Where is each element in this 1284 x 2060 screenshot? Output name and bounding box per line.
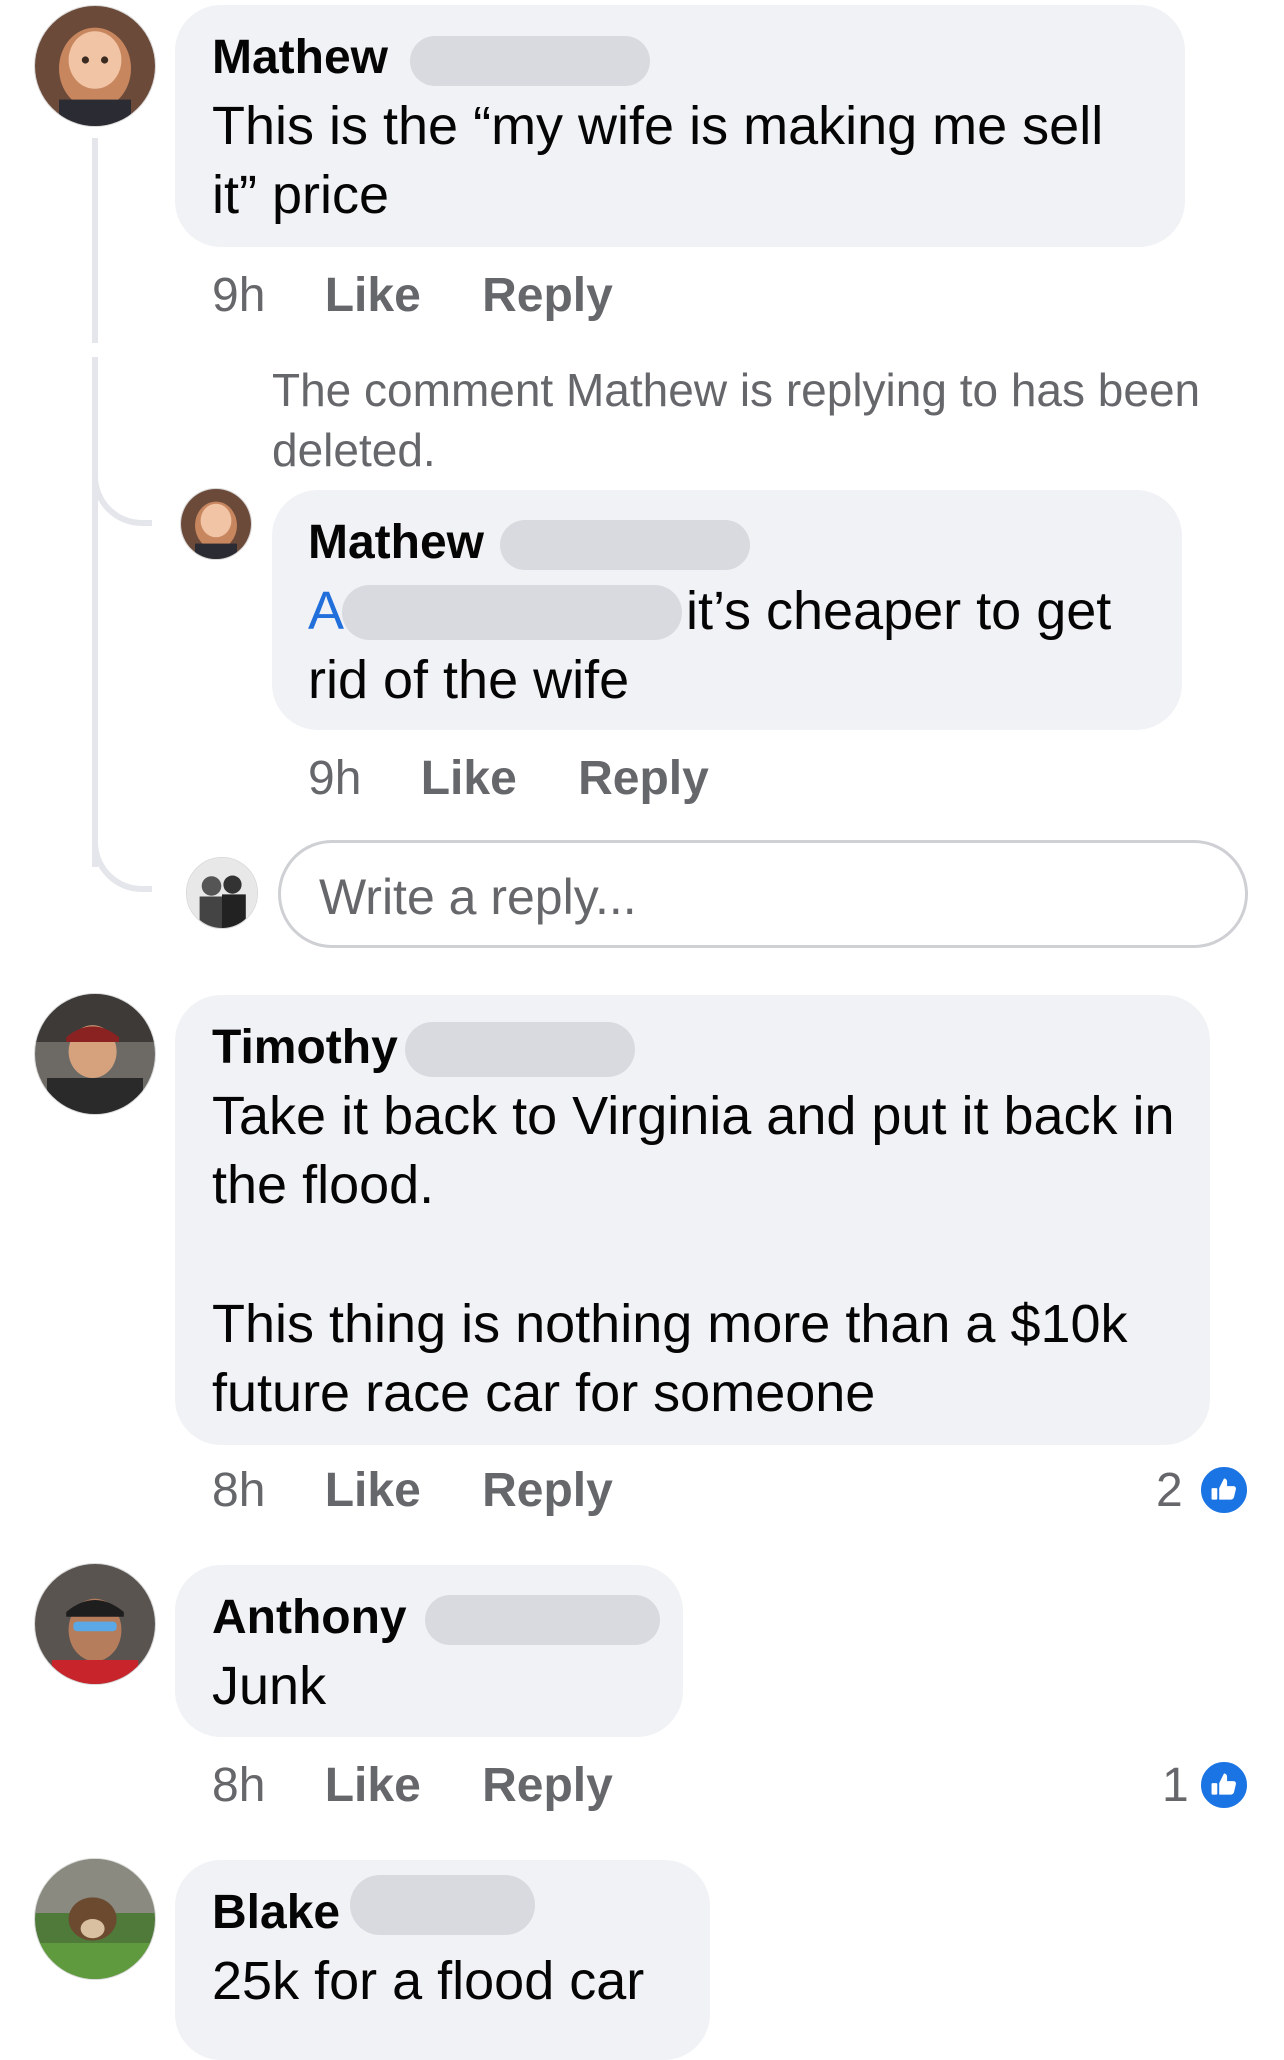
redacted-surname [410, 36, 650, 86]
reply-button[interactable]: Reply [578, 752, 709, 805]
thumbs-up-icon[interactable] [1198, 1759, 1250, 1811]
deleted-comment-notice: The comment Mathew is replying to has be… [272, 364, 1201, 476]
thread-curve [92, 440, 152, 526]
comment-actions: 8h Like Reply [212, 1758, 613, 1814]
thread-line [92, 138, 98, 343]
write-reply-field[interactable] [278, 840, 1248, 948]
comment-time[interactable]: 8h [212, 1759, 265, 1812]
like-button[interactable]: Like [325, 269, 421, 322]
like-button[interactable]: Like [325, 1759, 421, 1812]
avatar[interactable] [34, 5, 156, 127]
comment-time[interactable]: 9h [212, 269, 265, 322]
comment-text: This thing is nothing more than a $10k f… [212, 1294, 1128, 1423]
reply-text-line2: rid of the wife [308, 650, 630, 710]
comment-author[interactable]: Anthony [212, 1590, 407, 1646]
redacted-surname [350, 1875, 535, 1935]
avatar[interactable] [34, 993, 156, 1115]
reply-time[interactable]: 9h [308, 752, 361, 805]
thread-line [92, 357, 98, 867]
avatar [186, 857, 258, 929]
reaction-count[interactable]: 2 [1156, 1463, 1183, 1519]
redacted-surname [500, 520, 750, 570]
comment-actions: 9h Like Reply [212, 268, 613, 324]
avatar[interactable] [34, 1858, 156, 1980]
like-button[interactable]: Like [325, 1464, 421, 1517]
like-button[interactable]: Like [421, 752, 517, 805]
comment-text: This is the “my wife is making me sell i… [212, 96, 1104, 225]
reply-text-line1: it’s cheaper to get [686, 581, 1112, 641]
thumbs-up-icon[interactable] [1198, 1464, 1250, 1516]
redacted-surname [405, 1022, 635, 1077]
write-reply-input[interactable] [317, 861, 1201, 933]
reply-button[interactable]: Reply [482, 1759, 613, 1812]
reaction-count[interactable]: 1 [1162, 1758, 1189, 1814]
comment-text: Junk [212, 1656, 327, 1716]
comment-author[interactable]: Mathew [212, 30, 388, 86]
thread-curve [92, 800, 152, 892]
comment-text: 25k for a flood car [212, 1951, 645, 2011]
reply-author[interactable]: Mathew [308, 515, 484, 571]
redacted-mention [342, 585, 682, 640]
redacted-surname [425, 1595, 660, 1645]
reply-button[interactable]: Reply [482, 1464, 613, 1517]
avatar[interactable] [180, 488, 252, 560]
comment-author[interactable]: Blake [212, 1885, 340, 1941]
mention-link[interactable]: A [308, 581, 344, 641]
avatar[interactable] [34, 1563, 156, 1685]
comment-time[interactable]: 8h [212, 1464, 265, 1517]
reply-actions: 9h Like Reply [308, 751, 709, 807]
comment-author[interactable]: Timothy [212, 1020, 398, 1076]
reply-button[interactable]: Reply [482, 269, 613, 322]
comment-actions: 8h Like Reply [212, 1463, 613, 1519]
comment-text: Take it back to Virginia and put it back… [212, 1086, 1175, 1215]
